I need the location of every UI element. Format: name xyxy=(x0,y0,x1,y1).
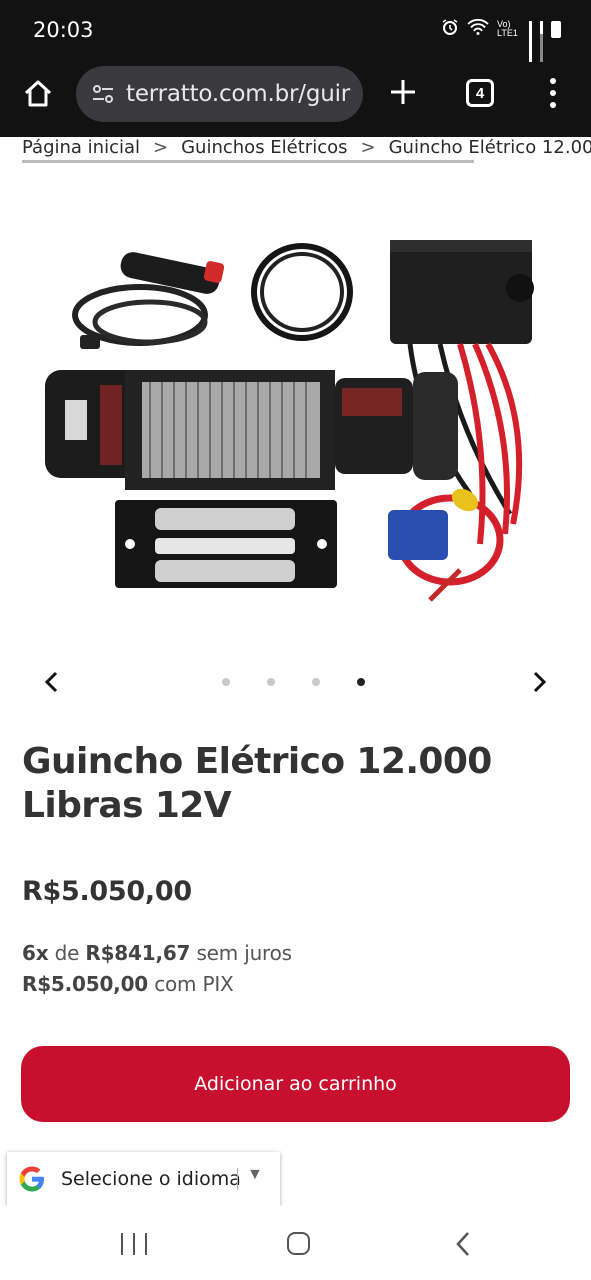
address-bar[interactable]: terratto.com.br/guir xyxy=(76,66,363,122)
installments-suffix: sem juros xyxy=(196,941,292,965)
url-text[interactable]: terratto.com.br/guir xyxy=(126,81,350,107)
home-icon[interactable] xyxy=(22,78,54,110)
home-button-icon[interactable] xyxy=(287,1232,310,1255)
browser-chrome: 20:03 Vo) LTE1 terratto.com.br/guir 4 xyxy=(0,0,591,137)
breadcrumb-category[interactable]: Guinchos Elétricos xyxy=(181,137,347,158)
add-to-cart-button[interactable]: Adicionar ao carrinho xyxy=(21,1046,570,1122)
breadcrumb-scrollbar[interactable] xyxy=(22,160,474,163)
status-icons: Vo) LTE1 xyxy=(441,18,561,62)
gallery-pagination xyxy=(222,678,365,686)
roller-fairlead-image xyxy=(115,500,337,588)
new-tab-icon[interactable] xyxy=(388,77,418,107)
network-type-label: Vo) LTE1 xyxy=(497,19,518,38)
gallery-dot[interactable] xyxy=(312,678,320,686)
google-logo-icon xyxy=(19,1166,44,1192)
pix-value: R$5.050,00 xyxy=(22,972,149,996)
pix-info: R$5.050,00 com PIX xyxy=(22,972,234,996)
installments-de: de xyxy=(54,941,80,965)
status-time: 20:03 xyxy=(33,18,94,42)
product-title: Guincho Elétrico 12.000 Libras 12V xyxy=(22,741,492,826)
pix-suffix: com PIX xyxy=(154,972,234,996)
product-image[interactable] xyxy=(20,210,572,705)
breadcrumb-home[interactable]: Página inicial xyxy=(22,137,140,158)
installments-count: 6x xyxy=(22,941,49,965)
back-icon[interactable] xyxy=(452,1231,476,1257)
alarm-icon xyxy=(441,18,459,40)
gallery-dot-active[interactable] xyxy=(357,678,365,686)
product-price: R$5.050,00 xyxy=(22,876,192,907)
language-selector-divider xyxy=(237,1168,238,1190)
battery-icon xyxy=(551,20,561,38)
recent-apps-icon[interactable] xyxy=(121,1233,147,1255)
site-settings-icon[interactable] xyxy=(90,81,116,107)
product-image-gallery[interactable] xyxy=(20,210,572,705)
gallery-previous-icon[interactable] xyxy=(40,670,64,694)
breadcrumb-separator: > xyxy=(360,137,376,158)
installments-value: R$841,67 xyxy=(85,941,191,965)
language-selector-label[interactable]: Selecione o idioma xyxy=(61,1168,241,1190)
winch-body-image xyxy=(45,370,458,490)
breadcrumb-separator: > xyxy=(153,137,169,158)
installments-info: 6x de R$841,67 sem juros xyxy=(22,941,292,965)
language-selector[interactable]: Selecione o idioma ▼ xyxy=(7,1152,280,1206)
signal-icon xyxy=(529,21,532,62)
gallery-dot[interactable] xyxy=(267,678,275,686)
tab-switcher-button[interactable]: 4 xyxy=(466,79,494,107)
dropdown-arrow-icon[interactable]: ▼ xyxy=(247,1166,263,1184)
signal-icon-2 xyxy=(540,21,543,62)
gallery-dot[interactable] xyxy=(222,678,230,686)
cable-coil-image xyxy=(251,243,353,341)
gallery-next-icon[interactable] xyxy=(527,670,551,694)
wifi-icon xyxy=(467,18,489,39)
remote-control-image xyxy=(72,252,225,349)
system-navigation-bar xyxy=(0,1206,591,1280)
breadcrumb-current: Guincho Elétrico 12.000 xyxy=(388,137,591,158)
overflow-menu-icon[interactable] xyxy=(547,78,559,108)
